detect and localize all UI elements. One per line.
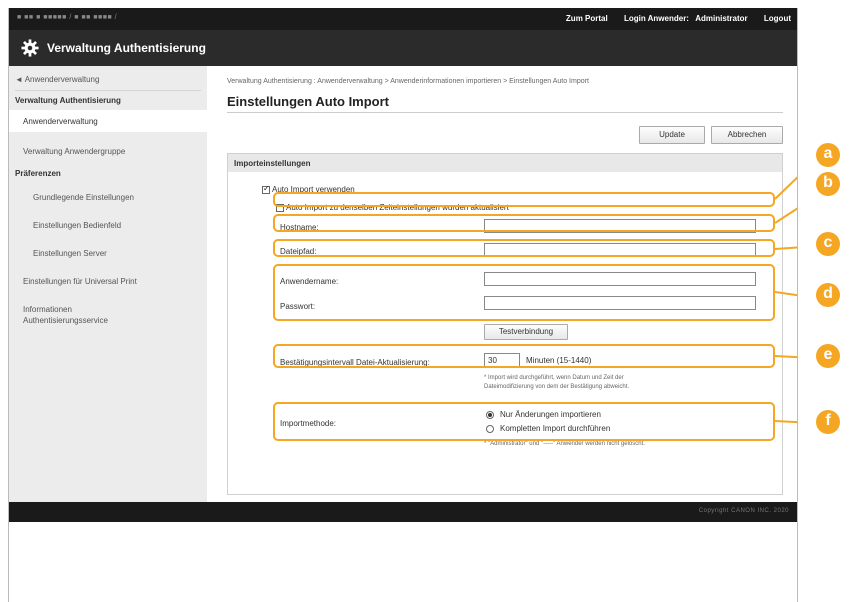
import-method-note: * "Administrator" und "-----" Anwender w… [484, 441, 645, 447]
callout-badge-f: f [816, 410, 840, 434]
logout-link[interactable]: Logout [764, 14, 791, 23]
browser-frame: ■ ■■ ■ ■■■■■ / ■ ■■ ■■■■ / Zum Portal Lo… [8, 8, 798, 602]
callout-badge-a: a [816, 143, 840, 167]
breadcrumb: Verwaltung Authentisierung : Anwenderver… [227, 78, 589, 85]
highlight-c [273, 239, 775, 257]
login-user-label: Login Anwender: [623, 14, 689, 23]
cancel-button[interactable]: Abbrechen [711, 126, 783, 144]
callout-badge-e: e [816, 344, 840, 368]
sidebar-item-universal-print[interactable]: Einstellungen für Universal Print [23, 276, 221, 287]
sidebar-item-anwendergruppe[interactable]: Verwaltung Anwendergruppe [23, 146, 221, 157]
page-title: Einstellungen Auto Import [227, 94, 390, 109]
sidebar-divider [15, 90, 201, 91]
callout-badge-b: b [816, 172, 840, 196]
sidebar-back-link[interactable]: ◄ Anwenderverwaltung [15, 74, 213, 85]
portal-link[interactable]: Zum Portal [566, 14, 608, 23]
title-divider [227, 112, 783, 113]
highlight-b [273, 214, 775, 232]
highlight-f [273, 402, 775, 441]
sidebar-prefs-title: Präferenzen [15, 169, 61, 178]
panel-heading: Importeinstellungen [228, 154, 782, 172]
callout-badge-d: d [816, 283, 840, 307]
use-auto-import-checkbox[interactable] [262, 184, 270, 194]
footer-bar: Copyright CANON INC. 2020 [9, 502, 797, 522]
highlight-d [273, 264, 775, 321]
interval-note-1: * Import wird durchgeführt, wenn Datum u… [484, 375, 624, 381]
app-title: Verwaltung Authentisierung [47, 41, 206, 55]
sidebar-item-anwenderverwaltung[interactable]: Anwenderverwaltung [9, 110, 207, 132]
top-links: Zum Portal Login Anwender: Administrator… [552, 14, 791, 23]
highlight-e [273, 344, 775, 368]
login-user-name: Administrator [695, 14, 748, 23]
app-title-bar: Verwaltung Authentisierung [9, 30, 797, 66]
sidebar-item-info-line1[interactable]: Informationen [23, 304, 221, 315]
sidebar-item-server[interactable]: Einstellungen Server [33, 248, 231, 259]
update-button[interactable]: Update [639, 126, 705, 144]
sidebar-item-info-line2[interactable]: Authentisierungsservice [23, 315, 221, 326]
sidebar: ◄ Anwenderverwaltung Verwaltung Authenti… [9, 66, 207, 502]
callout-badge-c: c [816, 232, 840, 256]
sidebar-item-bedienfeld[interactable]: Einstellungen Bedienfeld [33, 220, 231, 231]
sidebar-section-title: Verwaltung Authentisierung [15, 96, 121, 105]
gear-icon [21, 39, 39, 57]
sidebar-item-grundlegende[interactable]: Grundlegende Einstellungen [33, 192, 231, 203]
device-name: ■ ■■ ■ ■■■■■ / ■ ■■ ■■■■ / [17, 14, 118, 21]
highlight-a [273, 192, 775, 207]
footer-copyright: Copyright CANON INC. 2020 [698, 508, 789, 514]
top-bar: ■ ■■ ■ ■■■■■ / ■ ■■ ■■■■ / Zum Portal Lo… [9, 8, 797, 30]
interval-note-2: Dateimodifizierung von dem der Bestätigu… [484, 384, 630, 390]
test-connection-button[interactable]: Testverbindung [484, 324, 568, 340]
